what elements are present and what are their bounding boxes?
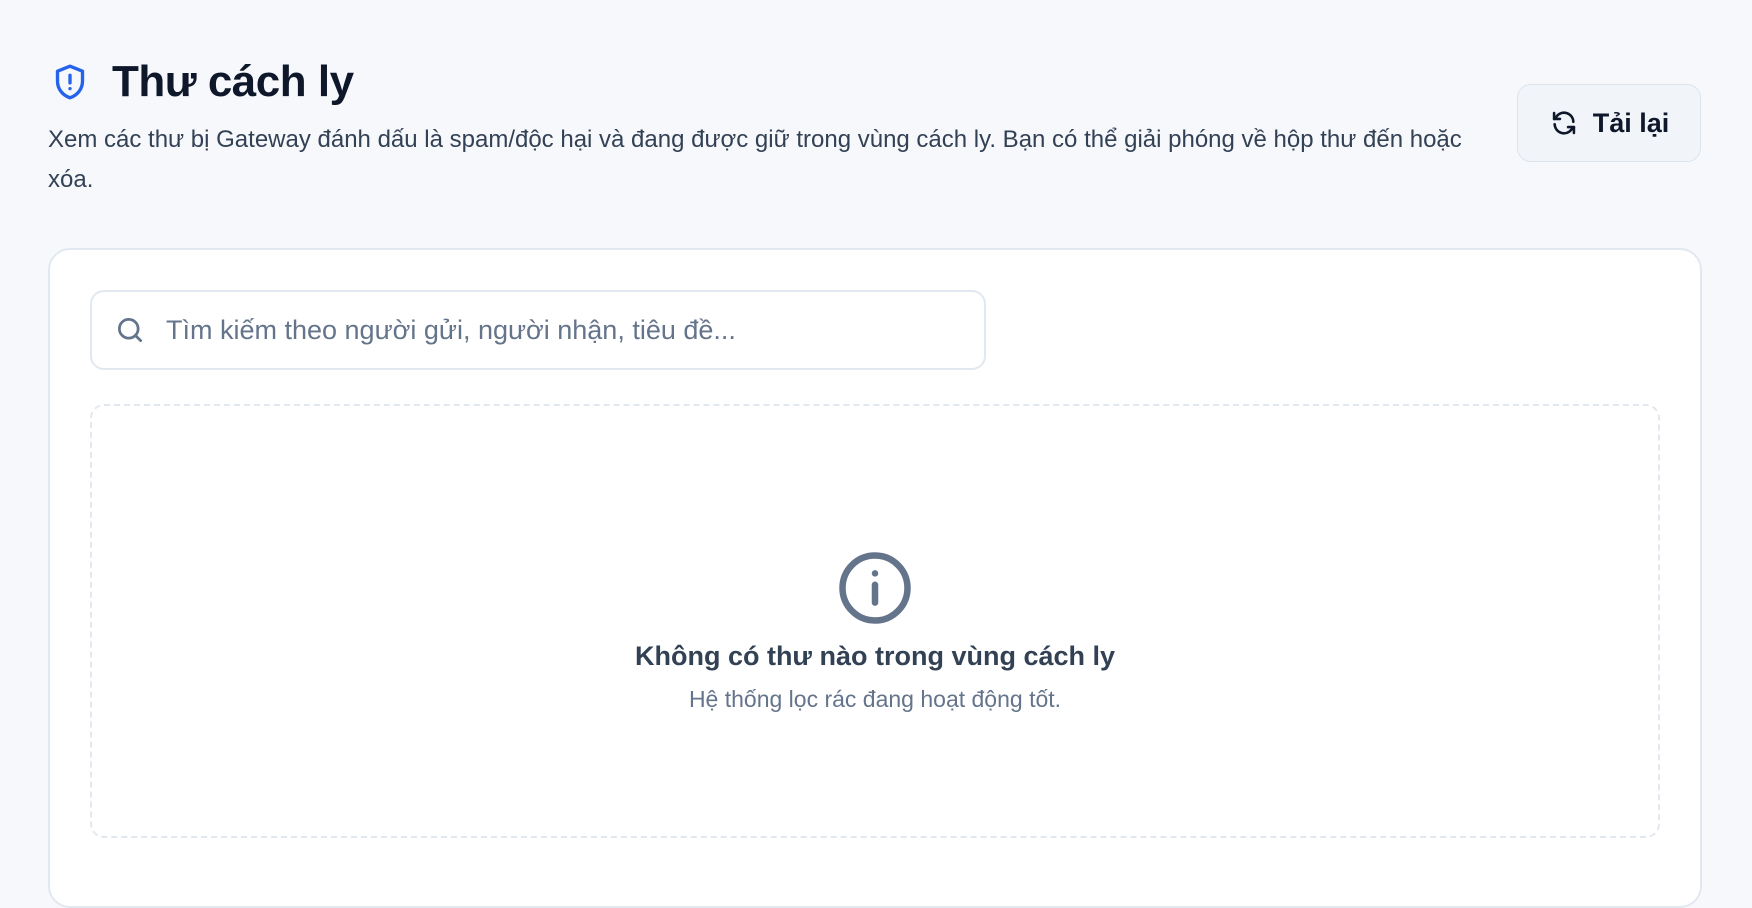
search-input[interactable] bbox=[164, 299, 984, 361]
page-header: Thư cách ly Xem các thư bị Gateway đánh … bbox=[48, 52, 1488, 200]
page-description: Xem các thư bị Gateway đánh dấu là spam/… bbox=[48, 126, 1462, 193]
reload-button-label: Tải lại bbox=[1592, 107, 1670, 138]
page-title: Thư cách ly bbox=[112, 57, 354, 106]
search-box[interactable] bbox=[90, 290, 986, 370]
refresh-icon bbox=[1549, 108, 1579, 138]
search-icon bbox=[114, 314, 146, 346]
quarantine-card: Không có thư nào trong vùng cách ly Hệ t… bbox=[48, 248, 1702, 908]
reload-button[interactable]: Tải lại bbox=[1517, 84, 1701, 162]
empty-state-title: Không có thư nào trong vùng cách ly bbox=[634, 641, 1116, 671]
info-icon bbox=[836, 549, 914, 627]
title-row: Thư cách ly bbox=[48, 52, 1488, 112]
empty-state-message: Hệ thống lọc rác đang hoạt động tốt. bbox=[688, 686, 1062, 712]
shield-alert-icon bbox=[48, 58, 92, 106]
empty-state: Không có thư nào trong vùng cách ly Hệ t… bbox=[90, 404, 1660, 838]
